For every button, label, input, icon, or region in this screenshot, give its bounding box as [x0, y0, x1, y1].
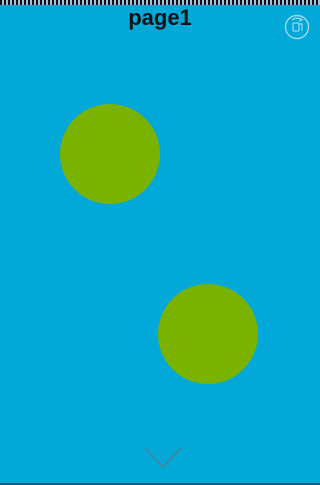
page-title: page1 [128, 5, 192, 30]
rotate-screen-icon[interactable] [284, 14, 310, 40]
green-circle-2[interactable] [158, 284, 258, 384]
chevron-down-icon[interactable] [144, 446, 182, 470]
page-canvas: page1 [0, 0, 320, 485]
green-circle-1[interactable] [60, 104, 160, 204]
